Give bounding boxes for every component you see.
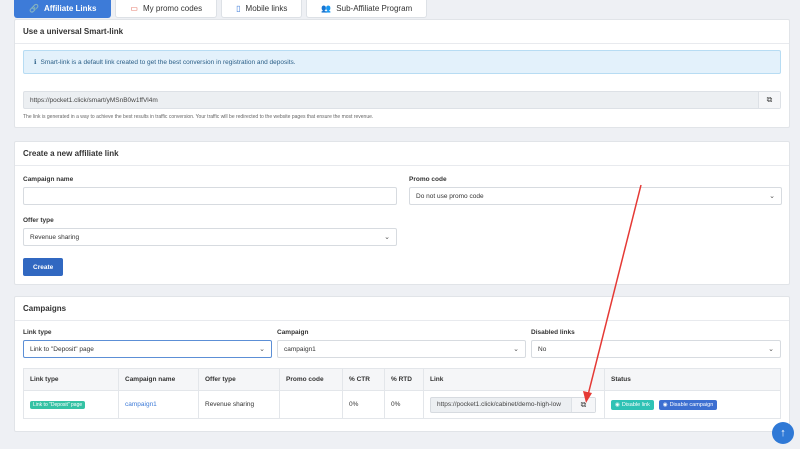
column-header: % CTR <box>342 368 385 391</box>
link-icon: 🔗 <box>29 4 39 13</box>
link-cell: https://pocket1.click/cabinet/demo-high-… <box>423 390 605 419</box>
link-type-cell: Link to "Deposit" page <box>23 390 119 419</box>
offer-type-cell: Revenue sharing <box>198 390 280 419</box>
tab-affiliate-links[interactable]: 🔗 Affiliate Links <box>14 0 112 18</box>
chevron-down-icon: ⌄ <box>513 346 519 353</box>
copy-icon: ⧉ <box>766 95 773 104</box>
tab-label: Affiliate Links <box>43 4 97 13</box>
chevron-down-icon: ⌄ <box>384 234 390 241</box>
rtd-cell: 0% <box>384 390 424 419</box>
users-icon: 👥 <box>321 4 332 13</box>
promo-code-cell <box>279 390 343 419</box>
column-header: Campaign name <box>118 368 199 391</box>
eye-icon: ◉ <box>662 401 668 408</box>
promo-code-select[interactable]: Do not use promo code ⌄ <box>409 187 782 205</box>
link-type-badge: Link to "Deposit" page <box>30 400 86 409</box>
copy-smartlink-button[interactable]: ⧉ <box>758 92 780 108</box>
campaign-link-url: https://pocket1.click/cabinet/demo-high-… <box>437 401 561 408</box>
tab-label: Mobile links <box>245 4 288 13</box>
column-header: Offer type <box>198 368 280 391</box>
campaign-filter-select[interactable]: campaign1 ⌄ <box>277 340 526 358</box>
eye-icon: ◉ <box>615 401 620 408</box>
campaign-filter-label: Campaign <box>277 329 309 336</box>
create-button[interactable]: Create <box>23 258 64 276</box>
create-link-title: Create a new affiliate link <box>15 142 789 166</box>
link-type-filter-value: Link to "Deposit" page <box>30 345 94 353</box>
promo-code-value: Do not use promo code <box>416 192 484 200</box>
chevron-down-icon: ⌄ <box>768 346 774 353</box>
chevron-down-icon: ⌄ <box>259 346 265 353</box>
column-header: Link type <box>23 368 119 391</box>
copy-campaign-link-button[interactable]: ⧉ <box>571 397 595 412</box>
scroll-to-top-button[interactable]: ↑ <box>772 422 794 444</box>
create-link-card: Create a new affiliate link Campaign nam… <box>14 141 790 285</box>
tab-label: My promo codes <box>142 4 203 13</box>
offer-type-label: Offer type <box>23 217 54 224</box>
mobile-icon: ▯ <box>236 4 241 13</box>
campaign-link-field[interactable]: https://pocket1.click/cabinet/demo-high-… <box>430 396 596 413</box>
campaign-filter-value: campaign1 <box>284 345 316 353</box>
table-row: Link to "Deposit" page campaign1 Revenue… <box>23 390 781 419</box>
column-header: Promo code <box>279 368 343 391</box>
campaigns-title: Campaigns <box>15 297 789 321</box>
disable-campaign-label: Disable campaign <box>669 401 714 408</box>
status-cell: ◉ Disable link ◉ Disable campaign <box>604 390 781 419</box>
campaigns-card: Campaigns Link type Link to "Deposit" pa… <box>14 296 790 432</box>
smartlink-hint: The link is generated in a way to achiev… <box>23 114 374 120</box>
column-header: Link <box>423 368 605 391</box>
smartlink-info-alert: ℹ Smart-link is a default link created t… <box>23 50 781 74</box>
disable-campaign-button[interactable]: ◉ Disable campaign <box>658 399 718 410</box>
smartlink-url: https://pocket1.click/smart/yMSnB0w1ffVl… <box>30 96 158 104</box>
info-icon: ℹ <box>34 59 37 66</box>
ticket-icon: ▭ <box>130 4 138 13</box>
tab-sub-affiliate-program[interactable]: 👥 Sub-Affiliate Program <box>306 0 428 18</box>
disabled-links-filter-label: Disabled links <box>531 329 575 336</box>
ctr-cell: 0% <box>342 390 385 419</box>
column-header: % RTD <box>384 368 424 391</box>
link-type-filter-select[interactable]: Link to "Deposit" page ⌄ <box>23 340 272 358</box>
table-header-row: Link type Campaign name Offer type Promo… <box>23 368 781 391</box>
campaign-name-link[interactable]: campaign1 <box>125 401 157 408</box>
promo-code-label: Promo code <box>409 176 447 183</box>
smartlink-card: Use a universal Smart-link ℹ Smart-link … <box>14 19 790 128</box>
disabled-links-filter-value: No <box>538 345 547 353</box>
offer-type-select[interactable]: Revenue sharing ⌄ <box>23 228 397 246</box>
campaigns-table: Link type Campaign name Offer type Promo… <box>23 368 781 419</box>
tab-label: Sub-Affiliate Program <box>336 4 413 13</box>
copy-icon: ⧉ <box>580 399 587 409</box>
chevron-down-icon: ⌄ <box>769 193 775 200</box>
link-type-filter-label: Link type <box>23 329 52 336</box>
offer-type-value: Revenue sharing <box>30 233 80 241</box>
disabled-links-filter-select[interactable]: No ⌄ <box>531 340 781 358</box>
tab-my-promo-codes[interactable]: ▭ My promo codes <box>115 0 218 18</box>
campaign-name-input[interactable] <box>23 187 397 205</box>
campaign-name-label: Campaign name <box>23 176 74 183</box>
smartlink-info-text: Smart-link is a default link created to … <box>40 58 296 66</box>
smartlink-title: Use a universal Smart-link <box>15 20 789 44</box>
column-header: Status <box>604 368 781 391</box>
disable-link-label: Disable link <box>621 401 650 408</box>
tab-bar: 🔗 Affiliate Links ▭ My promo codes ▯ Mob… <box>14 0 428 18</box>
disable-link-button[interactable]: ◉ Disable link <box>611 399 654 410</box>
tab-mobile-links[interactable]: ▯ Mobile links <box>221 0 303 18</box>
campaign-name-cell: campaign1 <box>118 390 199 419</box>
arrow-up-icon: ↑ <box>780 427 786 439</box>
smartlink-url-field[interactable]: https://pocket1.click/smart/yMSnB0w1ffVl… <box>23 91 781 109</box>
